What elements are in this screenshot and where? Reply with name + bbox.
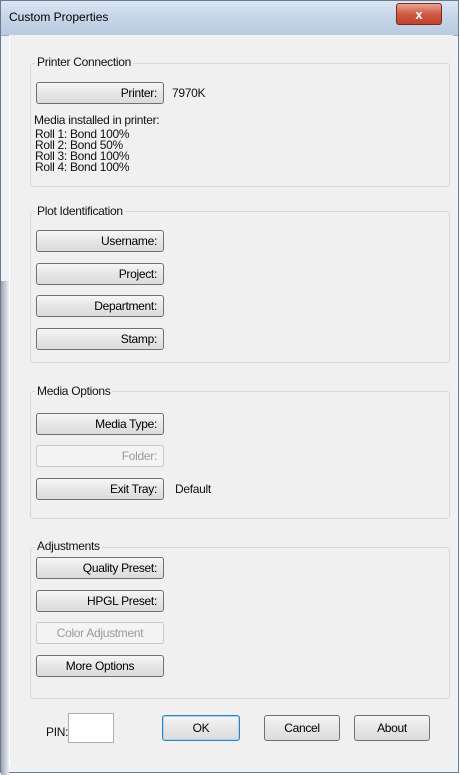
- title-bar[interactable]: Custom Properties x: [1, 1, 458, 36]
- stamp-button[interactable]: Stamp:: [36, 328, 164, 350]
- quality-preset-button[interactable]: Quality Preset:: [36, 557, 164, 579]
- printer-button[interactable]: Printer:: [36, 82, 164, 104]
- more-options-button[interactable]: More Options: [36, 655, 164, 677]
- custom-properties-dialog: Custom Properties x Printer Connection P…: [0, 0, 459, 775]
- close-icon: x: [415, 6, 423, 22]
- folder-button: Folder:: [36, 445, 164, 467]
- media-options-title: Media Options: [35, 384, 113, 398]
- pin-label: PIN:: [46, 725, 69, 739]
- ok-button[interactable]: OK: [162, 715, 240, 741]
- close-button[interactable]: x: [396, 3, 442, 25]
- media-installed-label: Media installed in printer:: [34, 113, 160, 127]
- printer-value: 7970K: [172, 86, 206, 100]
- color-adjustment-button: Color Adjustment: [36, 622, 164, 644]
- plot-identification-title: Plot Identification: [35, 204, 125, 218]
- about-button[interactable]: About: [354, 715, 430, 741]
- media-roll-list: Roll 1: Bond 100% Roll 2: Bond 50% Roll …: [35, 129, 185, 177]
- username-button[interactable]: Username:: [36, 230, 164, 252]
- cancel-button[interactable]: Cancel: [264, 715, 340, 741]
- department-button[interactable]: Department:: [36, 295, 164, 317]
- list-item: Roll 4: Bond 100%: [35, 160, 130, 174]
- printer-connection-title: Printer Connection: [35, 55, 133, 69]
- window-edge-shadow: [1, 281, 9, 775]
- window-title: Custom Properties: [9, 10, 109, 24]
- adjustments-title: Adjustments: [35, 539, 102, 553]
- exit-tray-button[interactable]: Exit Tray:: [36, 478, 164, 500]
- media-type-button[interactable]: Media Type:: [36, 413, 164, 435]
- exit-tray-value: Default: [175, 482, 211, 496]
- hpgl-preset-button[interactable]: HPGL Preset:: [36, 590, 164, 612]
- pin-input[interactable]: [68, 713, 114, 743]
- project-button[interactable]: Project:: [36, 263, 164, 285]
